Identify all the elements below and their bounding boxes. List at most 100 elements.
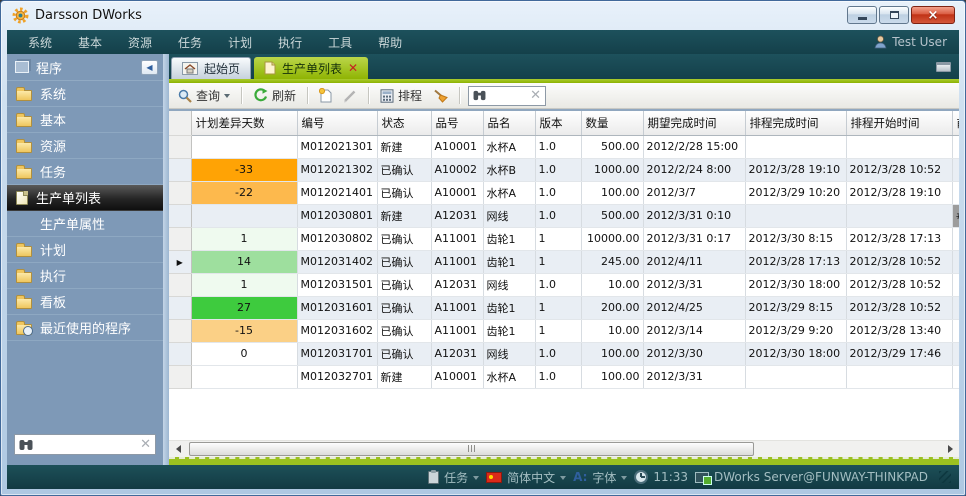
cell-sched_end: 2012/3/29 10:20 [745,181,846,204]
sidebar-item[interactable]: 计划 [7,237,163,263]
maximize-button[interactable] [879,6,909,24]
row-selector[interactable] [169,319,191,342]
sidebar-collapse-button[interactable]: ◀ [141,60,158,75]
table-row[interactable]: ▶14M012031402已确认A11001齿轮11245.002012/4/1… [169,250,959,273]
column-header-extra[interactable]: 前 [952,111,959,135]
sidebar-item[interactable]: 基本 [7,107,163,133]
tab-production-order-list[interactable]: 生产单列表 ✕ [254,57,368,79]
menu-item[interactable]: 计划 [215,31,265,54]
cell-item_name: 齿轮1 [483,227,535,250]
table-row[interactable]: -22M012021401已确认A10001水杯A1.0100.002012/3… [169,181,959,204]
table-row[interactable]: 0M012031701已确认A12031网线1.0100.002012/3/30… [169,342,959,365]
cell-item_name: 水杯A [483,365,535,388]
toolbar-search-clear-icon[interactable]: ✕ [530,89,541,102]
table-row[interactable]: M012032701新建A10001水杯A1.0100.002012/3/31 [169,365,959,388]
row-selector[interactable] [169,342,191,365]
new-button[interactable] [316,87,335,104]
row-selector[interactable] [169,181,191,204]
scroll-right-button[interactable] [942,441,959,458]
column-header-item_name[interactable]: 品名 [483,111,535,135]
cell-code: M012030802 [297,227,377,250]
clean-button[interactable] [430,88,451,104]
menu-bar: 系统基本资源任务计划执行工具帮助 Test User [7,30,959,54]
sidebar-search-clear-icon[interactable]: ✕ [140,438,151,451]
column-header-item_no[interactable]: 品号 [431,111,483,135]
scroll-left-button[interactable] [169,441,186,458]
menu-items: 系统基本资源任务计划执行工具帮助 [15,31,415,54]
sidebar-item[interactable]: 生产单列表 [7,185,163,211]
cell-qty: 500.00 [581,135,643,158]
table-row[interactable]: 1M012030802已确认A11001齿轮1110000.002012/3/3… [169,227,959,250]
minimize-button[interactable] [847,6,877,24]
float-window-icon[interactable] [936,62,951,72]
menu-item[interactable]: 任务 [165,31,215,54]
sidebar-item[interactable]: 看板 [7,289,163,315]
sidebar-item[interactable]: 生产单属性 [7,211,163,237]
sidebar-search-input[interactable] [37,438,136,452]
column-header-qty[interactable]: 数量 [581,111,643,135]
horizontal-scrollbar[interactable] [169,440,959,457]
task-dropdown[interactable]: 任务 [428,469,479,486]
column-header-version[interactable]: 版本 [535,111,581,135]
close-tab-icon[interactable]: ✕ [348,62,358,74]
toolbar-search-input[interactable] [490,89,526,103]
column-header-diff[interactable]: 计划差异天数 [191,111,297,135]
cell-diff: -33 [191,158,297,181]
column-header-due[interactable]: 期望完成时间 [643,111,745,135]
row-selector[interactable] [169,296,191,319]
column-header-sched_start[interactable]: 排程开始时间 [846,111,952,135]
cell-due: 2012/3/30 [643,342,745,365]
column-header-sched_end[interactable]: 排程完成时间 [745,111,846,135]
scrollbar-track[interactable] [186,441,942,458]
column-header-code[interactable]: 编号 [297,111,377,135]
resize-grip[interactable] [939,471,951,483]
cell-due: 2012/2/28 15:00 [643,135,745,158]
table-row[interactable]: 27M012031601已确认A11001齿轮11200.002012/4/25… [169,296,959,319]
edit-button[interactable] [340,88,360,104]
refresh-button[interactable]: 刷新 [250,86,299,105]
font-label: 字体 [592,469,616,486]
tab-start-page[interactable]: 起始页 [171,57,251,79]
sidebar-item[interactable]: 任务 [7,159,163,185]
menu-item[interactable]: 系统 [15,31,65,54]
sidebar-item[interactable]: 执行 [7,263,163,289]
menu-item[interactable]: 资源 [115,31,165,54]
production-order-table: 计划差异天数编号状态品号品名版本数量期望完成时间排程完成时间排程开始时间前 M0… [169,111,959,389]
sidebar-item[interactable]: 最近使用的程序 [7,315,163,341]
sidebar-item[interactable]: 系统 [7,81,163,107]
row-selector[interactable] [169,273,191,296]
cell-qty: 245.00 [581,250,643,273]
row-selector[interactable]: ▶ [169,250,191,273]
sidebar-item[interactable]: 资源 [7,133,163,159]
menu-item[interactable]: 基本 [65,31,115,54]
cell-qty: 10.00 [581,273,643,296]
grid-body: M012021301新建A10001水杯A1.0500.002012/2/28 … [169,135,959,388]
cell-item_name: 齿轮1 [483,319,535,342]
table-row[interactable]: -33M012021302已确认A10002水杯B1.01000.002012/… [169,158,959,181]
cell-qty: 1000.00 [581,158,643,181]
language-dropdown[interactable]: 简体中文 [486,469,566,486]
cell-sched_start: 2012/3/28 17:13 [846,227,952,250]
row-selector[interactable] [169,158,191,181]
table-row[interactable]: -15M012031602已确认A11001齿轮1110.002012/3/14… [169,319,959,342]
font-dropdown[interactable]: A: 字体 [573,469,627,486]
cell-item_no: A12031 [431,204,483,227]
row-selector[interactable] [169,135,191,158]
column-header-status[interactable]: 状态 [377,111,431,135]
table-row[interactable]: 1M012031501已确认A12031网线1.010.002012/3/312… [169,273,959,296]
table-row[interactable]: M012030801新建A12031网线1.0500.002012/3/31 0… [169,204,959,227]
row-selector[interactable] [169,204,191,227]
row-selector[interactable] [169,365,191,388]
close-button[interactable]: × [911,6,955,24]
user-name: Test User [892,35,947,49]
menu-item[interactable]: 执行 [265,31,315,54]
schedule-button[interactable]: 排程 [377,86,425,105]
scrollbar-thumb[interactable] [189,442,754,456]
row-selector[interactable] [169,227,191,250]
menu-item[interactable]: 工具 [315,31,365,54]
query-button[interactable]: 查询 [175,86,233,105]
cell-due: 2012/3/7 [643,181,745,204]
table-row[interactable]: M012021301新建A10001水杯A1.0500.002012/2/28 … [169,135,959,158]
menu-item[interactable]: 帮助 [365,31,415,54]
task-label: 任务 [444,469,468,486]
